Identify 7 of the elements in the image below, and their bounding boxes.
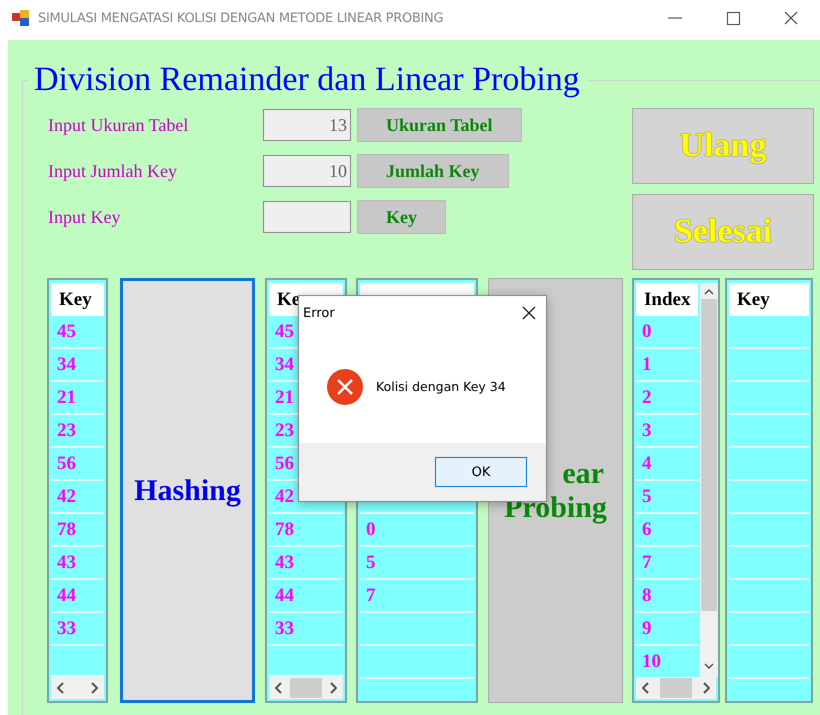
window-title: SIMULASI MENGATASI KOLISI DENGAN METODE LINEAR PROBING (38, 10, 444, 26)
column-header: Key (51, 283, 104, 316)
column-header: Index (636, 283, 698, 316)
input-label: Input Key (48, 206, 122, 228)
input-label: Input Ukuran Tabel (48, 114, 190, 136)
column-header: Key (729, 283, 809, 316)
input-label: Input Jumlah Key (48, 160, 178, 182)
